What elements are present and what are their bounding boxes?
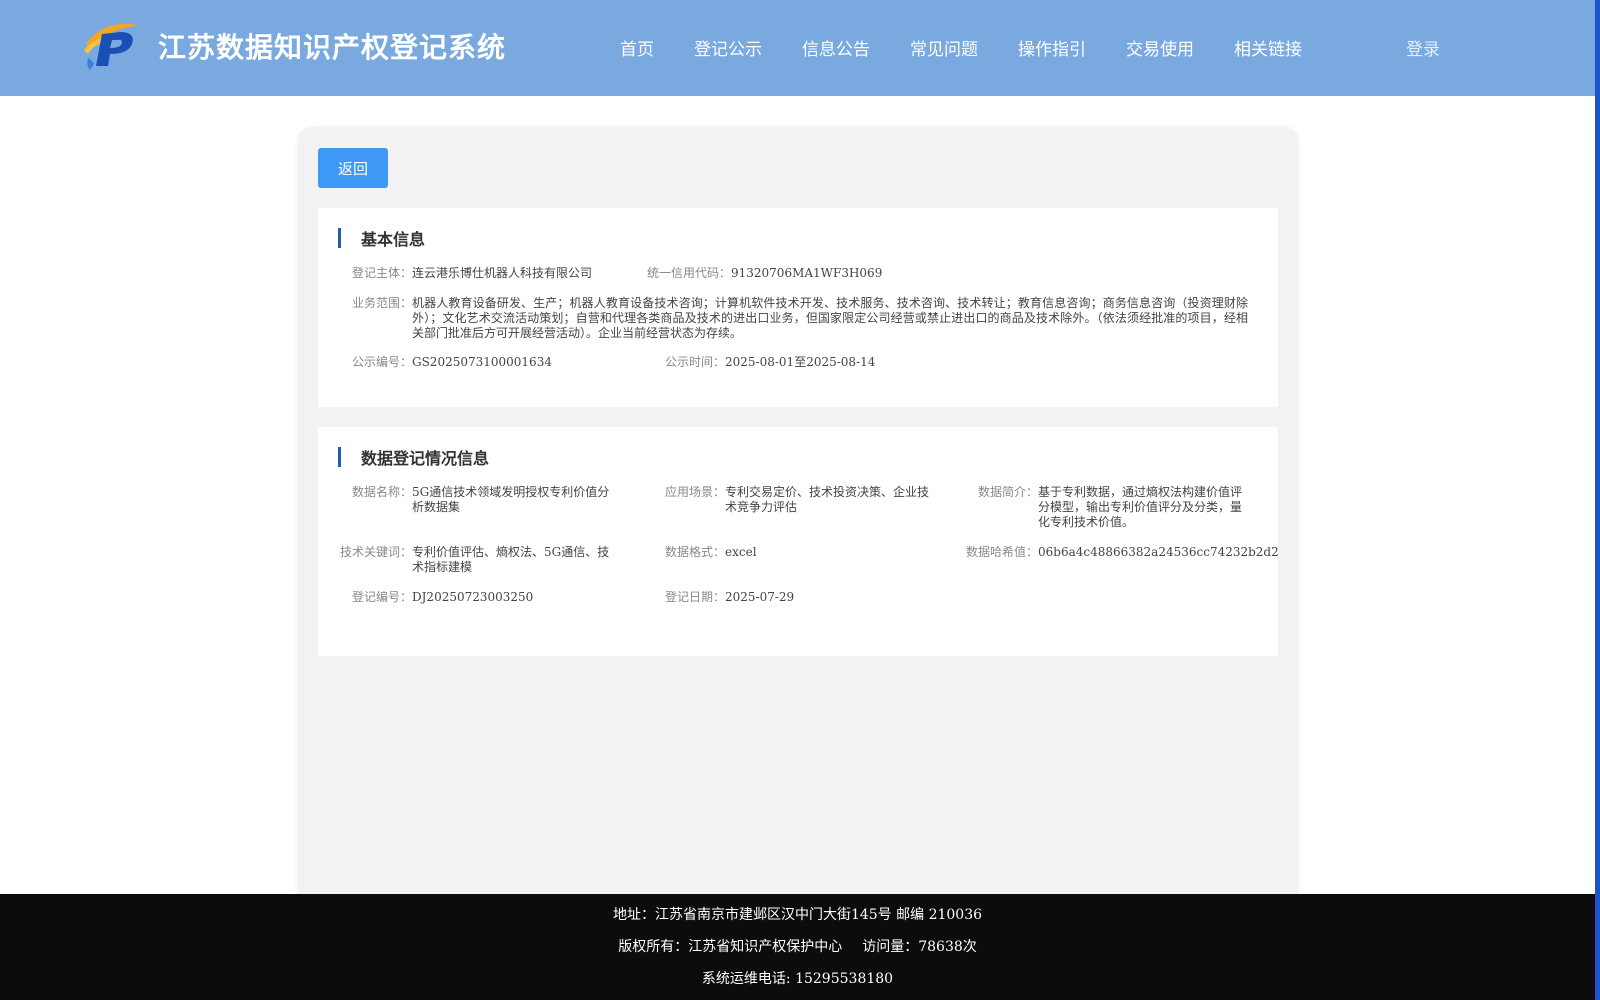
ip-logo-icon[interactable]	[80, 20, 140, 72]
field-label: 数据格式：	[664, 545, 725, 559]
field-label: 应用场景：	[664, 485, 725, 499]
field-notice-time: 公示时间： 2025-08-01至2025-08-14	[651, 355, 951, 370]
section-header: 数据登记情况信息	[338, 447, 490, 468]
nav-item-trading[interactable]: 交易使用	[1126, 35, 1194, 60]
field-label: 统一信用代码：	[646, 266, 731, 280]
footer-visits: 访问量：78638次	[862, 939, 977, 955]
field-value: 连云港乐博仕机器人科技有限公司	[412, 266, 593, 280]
back-button[interactable]: 返回	[318, 148, 388, 188]
footer-copyright: 版权所有：江苏省知识产权保护中心	[618, 939, 843, 955]
field-value: 06b6a4c48866382a24536cc74232b2d2	[1038, 545, 1279, 559]
main-nav: 首页 登记公示 信息公告 常见问题 操作指引 交易使用 相关链接	[620, 35, 1302, 60]
field-value: GS2025073100001634	[412, 355, 552, 369]
field-label: 数据名称：	[351, 485, 412, 499]
field-scope: 业务范围： 机器人教育设备研发、生产；机器人教育设备技术咨询；计算机软件技术开发…	[338, 296, 1248, 341]
field-keywords: 技术关键词： 专利价值评估、熵权法、5G通信、技术指标建模	[338, 545, 618, 575]
section-accent-bar	[338, 447, 341, 467]
field-value: DJ20250723003250	[412, 590, 534, 604]
field-value: excel	[725, 545, 757, 559]
field-value: 2025-07-29	[725, 590, 795, 604]
nav-item-home[interactable]: 首页	[620, 35, 654, 60]
site-footer: 地址：江苏省南京市建邺区汉中门大街145号 邮编 210036 版权所有：江苏省…	[0, 894, 1595, 1000]
nav-item-guide[interactable]: 操作指引	[1018, 35, 1086, 60]
field-value: 5G通信技术领域发明授权专利价值分析数据集	[412, 485, 610, 514]
field-label: 数据简介：	[977, 485, 1038, 499]
basic-info-section: 基本信息 登记主体： 连云港乐博仕机器人科技有限公司 统一信用代码： 91320…	[318, 208, 1278, 407]
section-title: 基本信息	[361, 230, 426, 249]
site-header: 江苏数据知识产权登记系统 首页 登记公示 信息公告 常见问题 操作指引 交易使用…	[0, 0, 1595, 96]
field-value: 专利交易定价、技术投资决策、企业技术竞争力评估	[725, 485, 930, 514]
field-value: 91320706MA1WF3H069	[731, 266, 883, 280]
field-data-name: 数据名称： 5G通信技术领域发明授权专利价值分析数据集	[338, 485, 618, 515]
detail-card: 返回 基本信息 登记主体： 连云港乐博仕机器人科技有限公司 统一信用代码： 91…	[298, 127, 1298, 907]
section-title: 数据登记情况信息	[361, 449, 490, 468]
nav-item-links[interactable]: 相关链接	[1234, 35, 1302, 60]
field-value: 专利价值评估、熵权法、5G通信、技术指标建模	[412, 545, 610, 574]
field-value: 2025-08-01至2025-08-14	[725, 355, 876, 369]
data-registration-section: 数据登记情况信息 数据名称： 5G通信技术领域发明授权专利价值分析数据集 应用场…	[318, 427, 1279, 656]
field-label: 登记日期：	[664, 590, 725, 604]
scrollbar-strip	[1595, 0, 1600, 1000]
section-header: 基本信息	[338, 228, 426, 249]
field-reg-date: 登记日期： 2025-07-29	[651, 590, 931, 605]
nav-item-announcements[interactable]: 信息公告	[802, 35, 870, 60]
section-accent-bar	[338, 228, 341, 248]
login-link[interactable]: 登录	[1406, 35, 1440, 60]
field-hash: 数据哈希值： 06b6a4c48866382a24536cc74232b2d2	[964, 545, 1279, 560]
footer-hotline: 系统运维电话: 15295538180	[701, 971, 894, 987]
footer-address: 地址：江苏省南京市建邺区汉中门大街145号 邮编 210036	[612, 907, 983, 923]
field-format: 数据格式： excel	[651, 545, 931, 560]
field-label: 登记编号：	[351, 590, 412, 604]
field-label: 技术关键词：	[339, 545, 412, 559]
field-subject: 登记主体： 连云港乐博仕机器人科技有限公司	[338, 266, 638, 281]
site-title: 江苏数据知识产权登记系统	[158, 31, 507, 64]
footer-copyright-line: 版权所有：江苏省知识产权保护中心 访问量：78638次	[0, 936, 1595, 956]
field-reg-no: 登记编号： DJ20250723003250	[338, 590, 618, 605]
field-value: 机器人教育设备研发、生产；机器人教育设备技术咨询；计算机软件技术开发、技术服务、…	[412, 296, 1248, 340]
nav-item-registration-notice[interactable]: 登记公示	[694, 35, 762, 60]
field-notice-no: 公示编号： GS2025073100001634	[338, 355, 638, 370]
field-label: 公示时间：	[664, 355, 725, 369]
field-scenario: 应用场景： 专利交易定价、技术投资决策、企业技术竞争力评估	[651, 485, 931, 515]
field-label: 数据哈希值：	[965, 545, 1038, 559]
field-label: 公示编号：	[351, 355, 412, 369]
field-label: 业务范围：	[351, 296, 412, 310]
field-label: 登记主体：	[351, 266, 412, 280]
field-value: 基于专利数据，通过熵权法构建价值评分模型，输出专利价值评分及分类，量化专利技术价…	[1038, 485, 1243, 529]
nav-item-faq[interactable]: 常见问题	[910, 35, 978, 60]
field-credit-code: 统一信用代码： 91320706MA1WF3H069	[631, 266, 951, 281]
field-intro: 数据简介： 基于专利数据，通过熵权法构建价值评分模型，输出专利价值评分及分类，量…	[964, 485, 1244, 530]
